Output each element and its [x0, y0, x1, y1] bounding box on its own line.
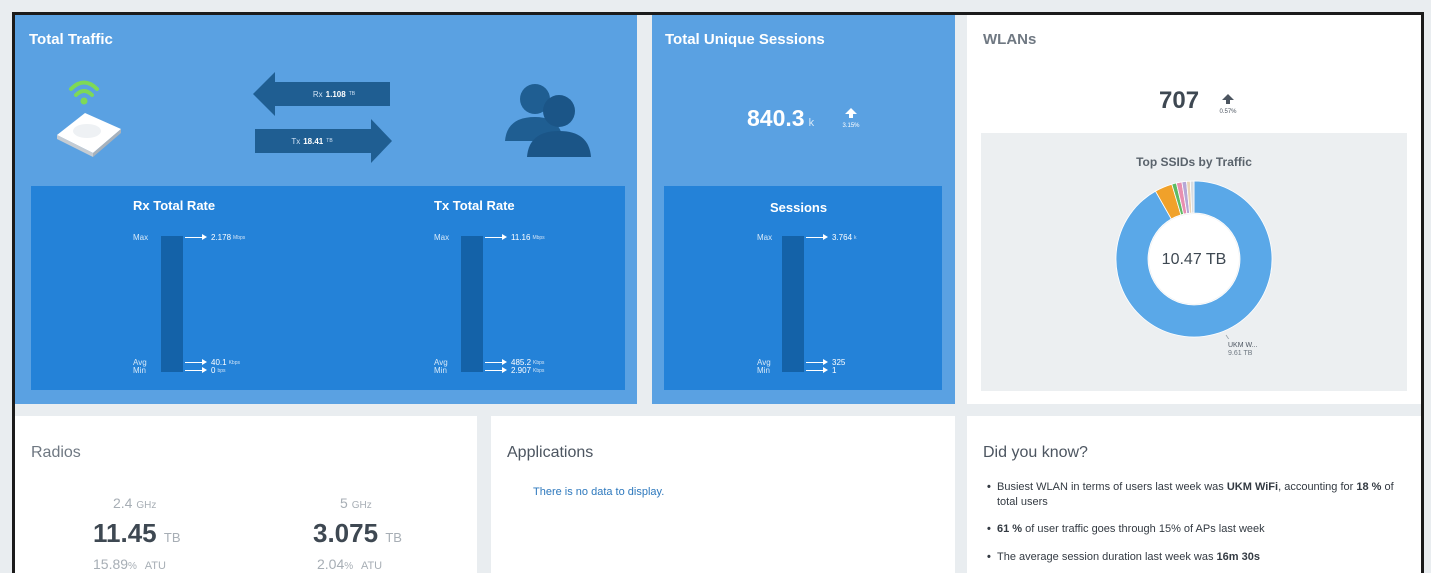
- tip-traffic-distribution: 61 % of user traffic goes through 15% of…: [987, 522, 1407, 537]
- donut-center-value: 10.47 TB: [1161, 251, 1227, 268]
- sessions-min-label: Min: [757, 366, 770, 375]
- sessions-bar: [782, 236, 804, 372]
- total-traffic-title: Total Traffic: [29, 31, 113, 48]
- rx-rate-title: Rx Total Rate: [133, 198, 216, 213]
- band-24-atu: 15.89% ATU: [93, 556, 166, 572]
- tx-rate-bar: [461, 236, 483, 372]
- radios-panel[interactable]: Radios 2.4 GHz 11.45 TB 15.89% ATU 5 GHz…: [15, 416, 477, 573]
- tip-busiest-wlan: Busiest WLAN in terms of users last week…: [987, 480, 1407, 510]
- users-icon: [505, 84, 591, 157]
- applications-title: Applications: [507, 444, 594, 461]
- arrow-up-icon: [845, 108, 857, 118]
- total-traffic-panel[interactable]: Total Traffic Rx 1.108 TB Tx 18.41 TB Rx…: [15, 15, 637, 404]
- band-5-traffic: 3.075 TB: [313, 518, 402, 548]
- rx-min-label: Min: [133, 366, 146, 375]
- sessions-panel[interactable]: Total Unique Sessions 840.3 k 3.15% Sess…: [652, 15, 955, 404]
- tx-max-label: Max: [434, 233, 450, 242]
- tx-min-label: Min: [434, 366, 447, 375]
- sessions-title: Total Unique Sessions: [665, 31, 825, 48]
- tx-traffic-value: Tx 18.41 TB: [291, 136, 333, 146]
- top-ssids-chart: Top SSIDs by Traffic 10.47 TB UKM W... 9…: [981, 133, 1407, 391]
- tx-max-value: 11.16 Mbps: [485, 233, 545, 242]
- wlans-title: WLANs: [983, 31, 1037, 48]
- sessions-value: 840.3 k: [747, 105, 815, 131]
- band-24-frequency: 2.4 GHz: [113, 495, 157, 511]
- sessions-max-value: 3.764 k: [806, 233, 857, 242]
- did-you-know-title: Did you know?: [983, 444, 1088, 461]
- applications-panel[interactable]: Applications There is no data to display…: [491, 416, 955, 573]
- rx-traffic-value: Rx 1.108 TB: [312, 89, 356, 99]
- wlans-value: 707: [1159, 87, 1200, 114]
- sessions-inner-title: Sessions: [770, 200, 828, 215]
- rate-section: Rx Total Rate Max 2.178 Mbps Avg Min 40.1…: [31, 186, 625, 390]
- band-5-frequency: 5 GHz: [340, 495, 372, 511]
- sessions-section: Sessions Max 3.764 k Avg Min 325 1: [664, 186, 942, 390]
- tip-session-duration: The average session duration last week w…: [987, 550, 1407, 565]
- slice-callout: UKM W... 9.61 TB: [1228, 342, 1258, 357]
- applications-empty-message: There is no data to display.: [533, 486, 665, 498]
- wlans-trend: 0.57%: [1218, 91, 1238, 115]
- dashboard: Total Traffic Rx 1.108 TB Tx 18.41 TB Rx…: [12, 12, 1424, 573]
- tx-min-value: 2.907 Kbps: [485, 366, 544, 375]
- tx-rate-title: Tx Total Rate: [434, 198, 515, 213]
- tips-list: Busiest WLAN in terms of users last week…: [987, 480, 1407, 573]
- band-24-traffic: 11.45 TB: [93, 518, 181, 548]
- sessions-trend: 3.15%: [841, 105, 861, 129]
- callout-line: [1225, 334, 1230, 339]
- sessions-min-value: 1: [806, 366, 836, 375]
- band-5-atu: 2.04% ATU: [317, 556, 383, 572]
- chart-title: Top SSIDs by Traffic: [1136, 155, 1252, 169]
- wlans-panel[interactable]: WLANs 707 0.57% Top SSIDs by Traffic 10.…: [967, 15, 1421, 404]
- rx-max-value: 2.178 Mbps: [185, 233, 245, 242]
- access-point-icon: [57, 80, 121, 157]
- rx-max-label: Max: [133, 233, 149, 242]
- radios-title: Radios: [31, 444, 81, 461]
- arrow-up-icon: [1222, 94, 1234, 104]
- did-you-know-panel[interactable]: Did you know? Busiest WLAN in terms of u…: [967, 416, 1421, 573]
- rx-rate-bar: [161, 236, 183, 372]
- rx-min-value: 0 bps: [185, 366, 226, 375]
- sessions-max-label: Max: [757, 233, 773, 242]
